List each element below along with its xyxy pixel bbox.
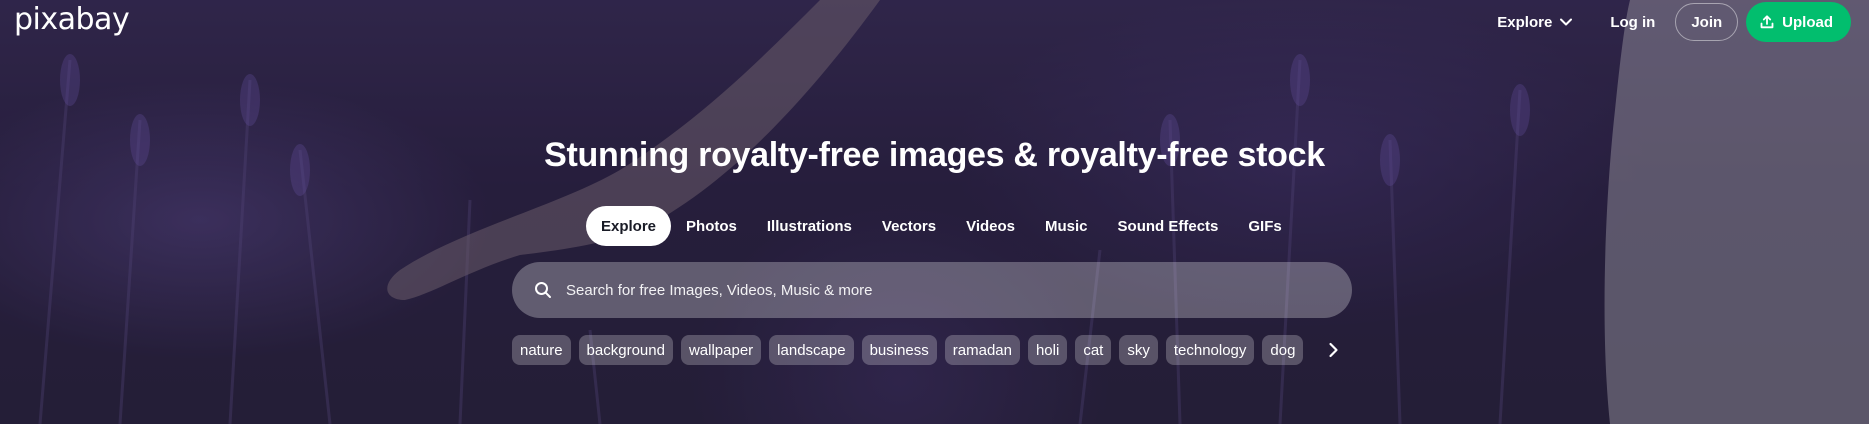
- tab-vectors[interactable]: Vectors: [867, 206, 951, 246]
- tab-photos[interactable]: Photos: [671, 206, 752, 246]
- search-chip[interactable]: ramadan: [944, 335, 1020, 365]
- upload-button-label: Upload: [1782, 13, 1833, 31]
- upload-icon: [1760, 15, 1774, 29]
- tab-gifs[interactable]: GIFs: [1233, 206, 1296, 246]
- tab-explore[interactable]: Explore: [586, 206, 672, 246]
- search-chip[interactable]: wallpaper: [680, 335, 762, 365]
- media-type-tabs: Explore Photos Illustrations Vectors Vid…: [586, 206, 1297, 246]
- top-nav: Explore Log in Join Upload: [1497, 2, 1851, 42]
- explore-menu-label: Explore: [1497, 13, 1553, 31]
- tab-videos[interactable]: Videos: [951, 206, 1030, 246]
- join-button-label: Join: [1691, 13, 1723, 31]
- search-icon[interactable]: [534, 281, 552, 299]
- chevron-right-icon[interactable]: [1324, 341, 1342, 359]
- search-chip[interactable]: business: [861, 335, 937, 365]
- search-chip[interactable]: sky: [1119, 335, 1158, 365]
- search-chip[interactable]: dog: [1262, 335, 1304, 365]
- popular-searches: nature background wallpaper landscape bu…: [512, 335, 1304, 365]
- search-bar[interactable]: [512, 262, 1352, 318]
- search-chip[interactable]: cat: [1075, 335, 1112, 365]
- chevron-down-icon: [1560, 18, 1573, 26]
- search-chip[interactable]: landscape: [769, 335, 854, 365]
- tab-illustrations[interactable]: Illustrations: [752, 206, 867, 246]
- upload-button[interactable]: Upload: [1746, 2, 1851, 42]
- hero-headline: Stunning royalty-free images & royalty-f…: [544, 136, 1325, 174]
- search-chip[interactable]: nature: [512, 335, 571, 365]
- tab-music[interactable]: Music: [1030, 206, 1103, 246]
- explore-menu-button[interactable]: Explore: [1497, 13, 1573, 31]
- login-link[interactable]: Log in: [1610, 14, 1655, 31]
- pixabay-logo[interactable]: pixabay: [14, 2, 130, 37]
- tab-sound-effects[interactable]: Sound Effects: [1103, 206, 1234, 246]
- search-chip[interactable]: holi: [1027, 335, 1068, 365]
- join-button[interactable]: Join: [1675, 3, 1739, 41]
- search-chip[interactable]: technology: [1165, 335, 1255, 365]
- search-chip[interactable]: background: [578, 335, 673, 365]
- search-input[interactable]: [566, 281, 1330, 299]
- hero-section: pixabay Explore Log in Join Upload Stunn…: [0, 0, 1869, 424]
